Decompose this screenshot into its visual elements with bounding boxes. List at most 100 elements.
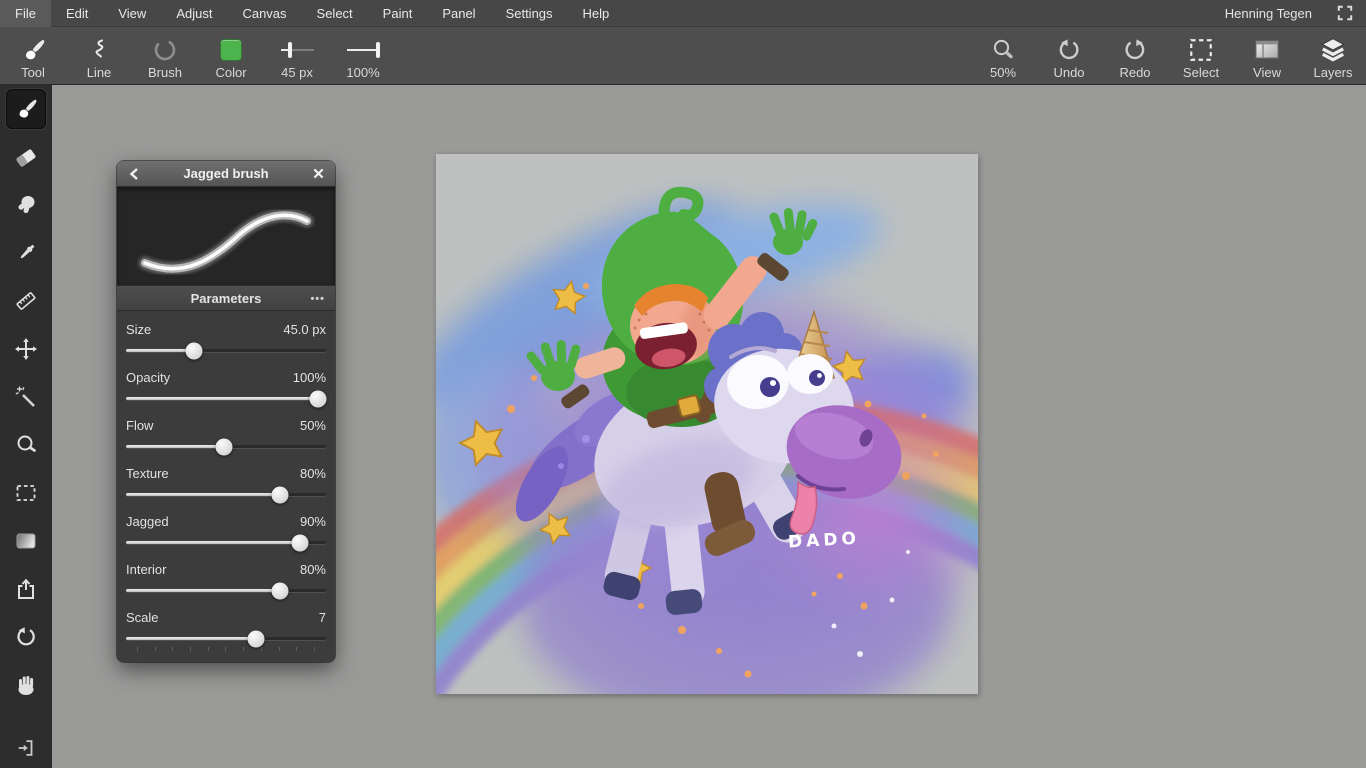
zoom-level-label: 50% [990, 65, 1016, 80]
opacity-button[interactable]: 100% [330, 27, 396, 85]
panel-menu-dots[interactable]: ••• [310, 286, 325, 312]
sidebar-tool-magic-wand[interactable] [0, 373, 52, 421]
menu-file[interactable]: File [0, 0, 51, 27]
slider-value: 7 [319, 610, 326, 625]
menu-adjust[interactable]: Adjust [161, 0, 227, 27]
close-icon[interactable] [301, 168, 335, 179]
sidebar-tool-paintbrush[interactable] [0, 85, 52, 133]
parameters-section-header[interactable]: Parameters ••• [117, 285, 335, 311]
interior-slider[interactable] [126, 589, 326, 592]
redo-arrow-icon [1122, 34, 1148, 65]
flow-slider[interactable] [126, 445, 326, 448]
move-icon [14, 337, 38, 361]
color-button[interactable]: Color [198, 27, 264, 85]
layers-label: Layers [1313, 65, 1352, 80]
slider-row-jagged: Jagged 90% [117, 508, 335, 556]
sidebar-tool-zoom[interactable] [0, 421, 52, 469]
parameters-title: Parameters [117, 291, 335, 306]
sidebar-tool-rect-select[interactable] [0, 469, 52, 517]
paintbrush-icon [20, 34, 46, 65]
zoom-icon [14, 433, 38, 457]
jagged-slider[interactable] [126, 541, 326, 544]
brush-stroke-preview [117, 187, 335, 285]
sidebar-tool-hand[interactable] [0, 661, 52, 709]
fullscreen-icon[interactable] [1330, 5, 1360, 21]
sidebar-tool-ruler[interactable] [0, 277, 52, 325]
sidebar-tool-export[interactable] [0, 565, 52, 613]
tool-sidebar [0, 85, 52, 768]
slider-value: 45.0 px [283, 322, 326, 337]
slider-value: 50% [300, 418, 326, 433]
slider-label: Jagged [126, 514, 169, 529]
brush-button[interactable]: Brush [132, 27, 198, 85]
sidebar-tool-eraser[interactable] [0, 133, 52, 181]
top-toolbar: Tool Line Brush Color [0, 27, 1366, 85]
brush-panel-header[interactable]: Jagged brush [117, 161, 335, 187]
exit-panel-icon [15, 737, 37, 759]
opacity-slider[interactable] [126, 397, 326, 400]
undo-button[interactable]: Undo [1036, 27, 1102, 85]
zoom-level-button[interactable]: 50% [970, 27, 1036, 85]
tool-label: Tool [21, 65, 45, 80]
brush-tip-circle-icon [152, 34, 178, 65]
slider-low-icon [277, 34, 317, 65]
line-button[interactable]: Line [66, 27, 132, 85]
ruler-icon [14, 289, 38, 313]
slider-row-size: Size 45.0 px [117, 316, 335, 364]
color-label: Color [215, 65, 246, 80]
eraser-icon [14, 145, 38, 169]
layers-stack-icon [1319, 34, 1347, 65]
undo-arrow-icon [1056, 34, 1082, 65]
menu-help[interactable]: Help [568, 0, 625, 27]
view-button[interactable]: View [1234, 27, 1300, 85]
size-button[interactable]: 45 px [264, 27, 330, 85]
menu-settings[interactable]: Settings [491, 0, 568, 27]
slider-high-icon [343, 34, 383, 65]
slider-label: Opacity [126, 370, 170, 385]
slider-handle[interactable] [248, 630, 265, 647]
menu-view[interactable]: View [103, 0, 161, 27]
color-swatch [220, 39, 242, 61]
sidebar-tool-reset[interactable] [0, 613, 52, 661]
window-icon [1253, 34, 1281, 65]
magic-wand-icon [14, 385, 38, 409]
slider-handle[interactable] [216, 438, 233, 455]
scale-slider[interactable] [126, 637, 326, 640]
slider-label: Scale [126, 610, 159, 625]
texture-slider[interactable] [126, 493, 326, 496]
brush-label: Brush [148, 65, 182, 80]
menu-select[interactable]: Select [302, 0, 368, 27]
slider-row-opacity: Opacity 100% [117, 364, 335, 412]
menu-canvas[interactable]: Canvas [227, 0, 301, 27]
menu-bar: File Edit View Adjust Canvas Select Pain… [0, 0, 1366, 27]
slider-handle[interactable] [272, 486, 289, 503]
slider-handle[interactable] [272, 582, 289, 599]
canvas[interactable]: DADO [436, 154, 978, 694]
sidebar-tool-smudge[interactable] [0, 181, 52, 229]
export-icon [14, 577, 38, 601]
magnifier-icon [991, 34, 1015, 65]
dashed-rect-icon [1188, 34, 1214, 65]
slider-handle[interactable] [310, 390, 327, 407]
sidebar-tool-eyedropper[interactable] [0, 229, 52, 277]
sidebar-tool-exit[interactable] [0, 737, 52, 759]
tool-button[interactable]: Tool [0, 27, 66, 85]
menu-edit[interactable]: Edit [51, 0, 103, 27]
view-label: View [1253, 65, 1281, 80]
size-slider[interactable] [126, 349, 326, 352]
select-button[interactable]: Select [1168, 27, 1234, 85]
slider-handle[interactable] [292, 534, 309, 551]
menu-panel[interactable]: Panel [427, 0, 490, 27]
sidebar-tool-move[interactable] [0, 325, 52, 373]
back-chevron-icon[interactable] [117, 168, 151, 180]
sidebar-tool-gradient[interactable] [0, 517, 52, 565]
layers-button[interactable]: Layers [1300, 27, 1366, 85]
hand-icon [14, 673, 38, 697]
slider-value: 80% [300, 466, 326, 481]
panel-title: Jagged brush [151, 166, 301, 181]
slider-handle[interactable] [186, 342, 203, 359]
menu-paint[interactable]: Paint [368, 0, 428, 27]
redo-button[interactable]: Redo [1102, 27, 1168, 85]
slider-row-flow: Flow 50% [117, 412, 335, 460]
undo-label: Undo [1053, 65, 1084, 80]
